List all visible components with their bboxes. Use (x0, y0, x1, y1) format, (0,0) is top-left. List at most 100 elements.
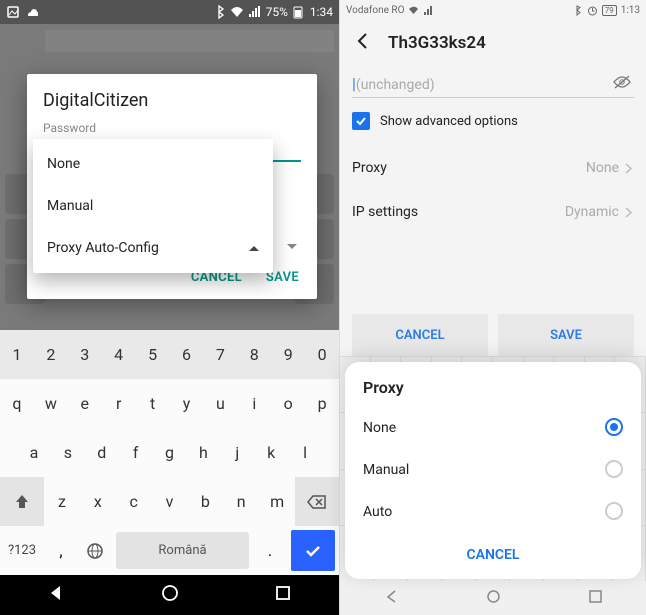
key-9[interactable]: 9 (271, 330, 305, 379)
nav-home-icon[interactable] (161, 584, 179, 606)
key-q[interactable]: q (0, 379, 34, 428)
alarm-icon (587, 5, 598, 16)
key-c[interactable]: c (116, 477, 152, 526)
key-x[interactable]: x (80, 477, 116, 526)
sheet-option-none[interactable]: None (345, 407, 641, 449)
keyboard-row-asdf: a s d f g h j k l (0, 428, 339, 477)
nav-home-icon[interactable] (486, 589, 501, 608)
popup-option-none[interactable]: None (33, 143, 273, 185)
save-button[interactable]: SAVE (498, 314, 634, 356)
visibility-off-icon[interactable] (612, 74, 632, 94)
keyboard: 1 2 3 4 5 6 7 8 9 0 q w e r t y u i o p … (0, 330, 339, 575)
key-j[interactable]: j (220, 428, 254, 477)
key-s[interactable]: s (51, 428, 85, 477)
radio-icon (605, 460, 623, 478)
key-y[interactable]: y (170, 379, 204, 428)
wifi-form: |(unchanged) Show advanced options Proxy… (340, 66, 646, 234)
key-p[interactable]: p (305, 379, 339, 428)
key-8[interactable]: 8 (237, 330, 271, 379)
carrier-label: Vodafone RO (346, 5, 404, 16)
password-field[interactable]: |(unchanged) (352, 66, 634, 98)
keyboard-row-qwerty: q w e r t y u i o p (0, 379, 339, 428)
key-b[interactable]: b (187, 477, 223, 526)
key-4[interactable]: 4 (102, 330, 136, 379)
key-l[interactable]: l (288, 428, 322, 477)
left-grid-background: DigitalCitizen Password (unchanged) None… (0, 24, 339, 330)
page-title: Th3G33ks24 (388, 33, 486, 53)
wifi-icon (408, 5, 419, 16)
bluetooth-icon (212, 5, 226, 19)
signal-icon (423, 5, 434, 16)
key-e[interactable]: e (68, 379, 102, 428)
form-buttons: CANCEL SAVE (340, 314, 646, 356)
show-advanced-label: Show advanced options (380, 114, 518, 129)
key-f[interactable]: f (119, 428, 153, 477)
key-6[interactable]: 6 (170, 330, 204, 379)
key-g[interactable]: g (153, 428, 187, 477)
right-screenshot: Vodafone RO 79 1:13 Th3G33ks24 |(unchang… (340, 0, 646, 615)
keyboard-row-zxcv: z x c v b n m (0, 477, 339, 526)
password-label: Password (43, 121, 301, 135)
key-z[interactable]: z (44, 477, 80, 526)
comma-key[interactable]: , (44, 526, 78, 575)
key-k[interactable]: k (254, 428, 288, 477)
keyboard-row-digits: 1 2 3 4 5 6 7 8 9 0 (0, 330, 339, 379)
clock: 1:13 (621, 5, 640, 16)
key-w[interactable]: w (34, 379, 68, 428)
spacebar[interactable]: Română (116, 532, 249, 569)
password-placeholder: (unchanged) (356, 77, 435, 93)
key-r[interactable]: r (102, 379, 136, 428)
statusbar-left: 75% 1:34 (0, 0, 339, 24)
ip-settings-row[interactable]: IP settings Dynamic (352, 190, 634, 234)
symbols-key[interactable]: ?123 (0, 526, 44, 575)
back-button[interactable] (352, 30, 374, 56)
key-0[interactable]: 0 (305, 330, 339, 379)
proxy-popup: None Manual Proxy Auto-Config (33, 139, 273, 273)
period-key[interactable]: . (253, 526, 287, 575)
popup-option-manual[interactable]: Manual (33, 185, 273, 227)
nav-recents-icon[interactable] (274, 584, 292, 606)
key-h[interactable]: h (186, 428, 220, 477)
chevron-down-icon (283, 238, 301, 256)
key-2[interactable]: 2 (34, 330, 68, 379)
nav-back-icon[interactable] (384, 589, 399, 608)
nav-recents-icon[interactable] (588, 589, 603, 608)
key-n[interactable]: n (223, 477, 259, 526)
key-o[interactable]: o (271, 379, 305, 428)
dialog-title: DigitalCitizen (43, 90, 301, 111)
header-right: Th3G33ks24 (340, 20, 646, 66)
statusbar-right: Vodafone RO 79 1:13 (340, 0, 646, 20)
chevron-up-icon (245, 239, 263, 257)
language-key[interactable] (78, 526, 112, 575)
enter-key[interactable] (291, 530, 335, 571)
radio-selected-icon (605, 418, 623, 436)
radio-icon (605, 502, 623, 520)
cloud-icon (24, 5, 38, 19)
battery-icon (292, 5, 306, 19)
signal-icon (248, 5, 262, 19)
key-1[interactable]: 1 (0, 330, 34, 379)
sheet-option-auto[interactable]: Auto (345, 491, 641, 533)
nav-bar-left (0, 575, 339, 615)
proxy-row[interactable]: Proxy None (352, 146, 634, 190)
backspace-key[interactable] (295, 477, 339, 526)
popup-option-pac[interactable]: Proxy Auto-Config (33, 227, 273, 269)
sheet-cancel-button[interactable]: CANCEL (345, 533, 641, 575)
key-5[interactable]: 5 (136, 330, 170, 379)
key-m[interactable]: m (259, 477, 295, 526)
key-d[interactable]: d (85, 428, 119, 477)
sheet-option-manual[interactable]: Manual (345, 449, 641, 491)
key-t[interactable]: t (136, 379, 170, 428)
shift-key[interactable] (0, 477, 44, 526)
key-3[interactable]: 3 (68, 330, 102, 379)
nav-back-icon[interactable] (48, 584, 66, 606)
key-7[interactable]: 7 (203, 330, 237, 379)
left-screenshot: 75% 1:34 DigitalCitizen Password (unchan… (0, 0, 340, 615)
key-i[interactable]: i (237, 379, 271, 428)
battery-pct: 79 (602, 5, 617, 16)
cancel-button[interactable]: CANCEL (352, 314, 488, 356)
key-v[interactable]: v (152, 477, 188, 526)
key-u[interactable]: u (203, 379, 237, 428)
key-a[interactable]: a (17, 428, 51, 477)
show-advanced-checkbox[interactable] (352, 112, 370, 130)
